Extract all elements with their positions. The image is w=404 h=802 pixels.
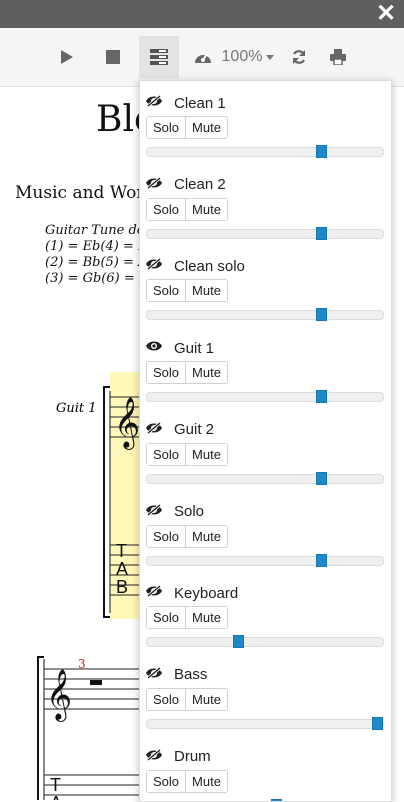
zoom-value: 100% [221, 48, 263, 65]
track-name: Drum [174, 748, 211, 766]
chevron-down-icon [266, 48, 275, 66]
solo-button[interactable]: Solo [147, 443, 186, 465]
track-name: Keyboard [174, 584, 239, 602]
volume-slider-handle[interactable] [316, 390, 327, 404]
track-row: Bass Solo Mute [140, 653, 391, 735]
eye-slash-icon[interactable] [146, 421, 162, 439]
solo-mute-group: Solo Mute [146, 769, 228, 793]
solo-button[interactable]: Solo [147, 525, 186, 547]
track-row: Clean 2 Solo Mute [140, 163, 391, 245]
tracks-panel: Clean 1 Solo Mute Clean 2 Solo Mute Clea… [139, 80, 392, 802]
mute-button[interactable]: Mute [185, 362, 227, 384]
track-row: Guit 2 Solo Mute [140, 408, 391, 490]
track-name: Clean 2 [174, 176, 226, 194]
solo-button[interactable]: Solo [147, 688, 186, 710]
volume-slider-handle[interactable] [316, 226, 327, 240]
mute-button[interactable]: Mute [185, 443, 227, 465]
track-name: Guit 2 [174, 421, 215, 439]
track-name: Clean 1 [174, 94, 226, 112]
volume-slider[interactable] [146, 716, 384, 730]
solo-button[interactable]: Solo [147, 362, 186, 384]
solo-button[interactable]: Solo [147, 198, 186, 220]
track-row: Clean 1 Solo Mute [140, 81, 391, 163]
stop-icon[interactable] [100, 36, 126, 78]
volume-slider[interactable] [146, 145, 384, 158]
top-bar: ✕ [0, 0, 404, 28]
volume-slider[interactable] [146, 553, 384, 567]
eye-icon[interactable] [146, 339, 162, 357]
volume-slider[interactable] [146, 471, 384, 485]
speed-gauge-icon[interactable] [192, 36, 214, 78]
track-row: Clean solo Solo Mute [140, 244, 391, 326]
volume-slider[interactable] [146, 390, 384, 404]
close-icon[interactable]: ✕ [374, 2, 398, 26]
svg-text:𝄞: 𝄞 [46, 669, 72, 722]
solo-mute-group: Solo Mute [146, 116, 228, 139]
volume-slider-handle[interactable] [271, 798, 282, 801]
track-name: Guit 1 [174, 339, 215, 357]
solo-mute-group: Solo Mute [146, 687, 228, 711]
solo-mute-group: Solo Mute [146, 197, 228, 221]
volume-slider[interactable] [146, 226, 384, 240]
solo-mute-group: Solo Mute [146, 606, 228, 630]
eye-slash-icon[interactable] [146, 257, 162, 275]
track-row: Drum Solo Mute [140, 735, 391, 801]
svg-text:T: T [116, 541, 127, 561]
track-name: Solo [174, 503, 205, 520]
solo-button[interactable]: Solo [147, 770, 186, 792]
solo-button[interactable]: Solo [147, 280, 186, 302]
mute-button[interactable]: Mute [185, 688, 227, 710]
staff-system-2: 𝄞 T A [37, 656, 144, 800]
volume-slider-handle[interactable] [316, 145, 327, 158]
solo-mute-group: Solo Mute [146, 524, 228, 548]
mute-button[interactable]: Mute [185, 198, 227, 220]
eye-slash-icon[interactable] [146, 748, 162, 766]
print-icon[interactable] [327, 36, 349, 78]
svg-text:A: A [116, 559, 128, 579]
mute-button[interactable]: Mute [185, 117, 227, 138]
mute-button[interactable]: Mute [185, 525, 227, 547]
zoom-select[interactable]: 100% [220, 36, 276, 78]
track-name: Clean solo [174, 257, 245, 275]
solo-mute-group: Solo Mute [146, 361, 228, 385]
volume-slider-handle[interactable] [316, 471, 327, 485]
player-toolbar: 100% [0, 28, 404, 87]
loop-icon[interactable] [288, 36, 310, 78]
volume-slider-handle[interactable] [372, 716, 383, 730]
svg-text:B: B [116, 577, 128, 597]
track-row: Solo Solo Mute [140, 490, 391, 572]
svg-text:𝄞: 𝄞 [114, 397, 140, 450]
mute-button[interactable]: Mute [185, 280, 227, 302]
volume-slider[interactable] [146, 635, 384, 649]
volume-slider-handle[interactable] [233, 635, 244, 649]
staff-track-label: Guit 1 [56, 401, 97, 416]
track-row: Guit 1 Solo Mute [140, 326, 391, 408]
eye-slash-icon[interactable] [146, 176, 162, 194]
tracks-list-icon[interactable] [139, 36, 179, 78]
song-credits: Music and Word [15, 183, 156, 203]
eye-slash-icon[interactable] [146, 503, 162, 521]
solo-mute-group: Solo Mute [146, 442, 228, 466]
solo-button[interactable]: Solo [147, 607, 186, 629]
volume-slider[interactable] [146, 308, 384, 322]
volume-slider-handle[interactable] [316, 553, 327, 567]
eye-slash-icon[interactable] [146, 94, 162, 112]
track-row: Keyboard Solo Mute [140, 571, 391, 653]
track-name: Bass [174, 666, 208, 684]
eye-slash-icon[interactable] [146, 666, 162, 684]
svg-text:A: A [50, 793, 62, 800]
solo-mute-group: Solo Mute [146, 279, 228, 303]
svg-text:T: T [50, 775, 61, 795]
mute-button[interactable]: Mute [185, 770, 227, 792]
play-icon[interactable] [54, 36, 80, 78]
mute-button[interactable]: Mute [185, 607, 227, 629]
solo-button[interactable]: Solo [147, 117, 186, 138]
volume-slider-handle[interactable] [316, 308, 327, 322]
tuning-line: Guitar Tune do [45, 223, 145, 238]
eye-slash-icon[interactable] [146, 584, 162, 602]
